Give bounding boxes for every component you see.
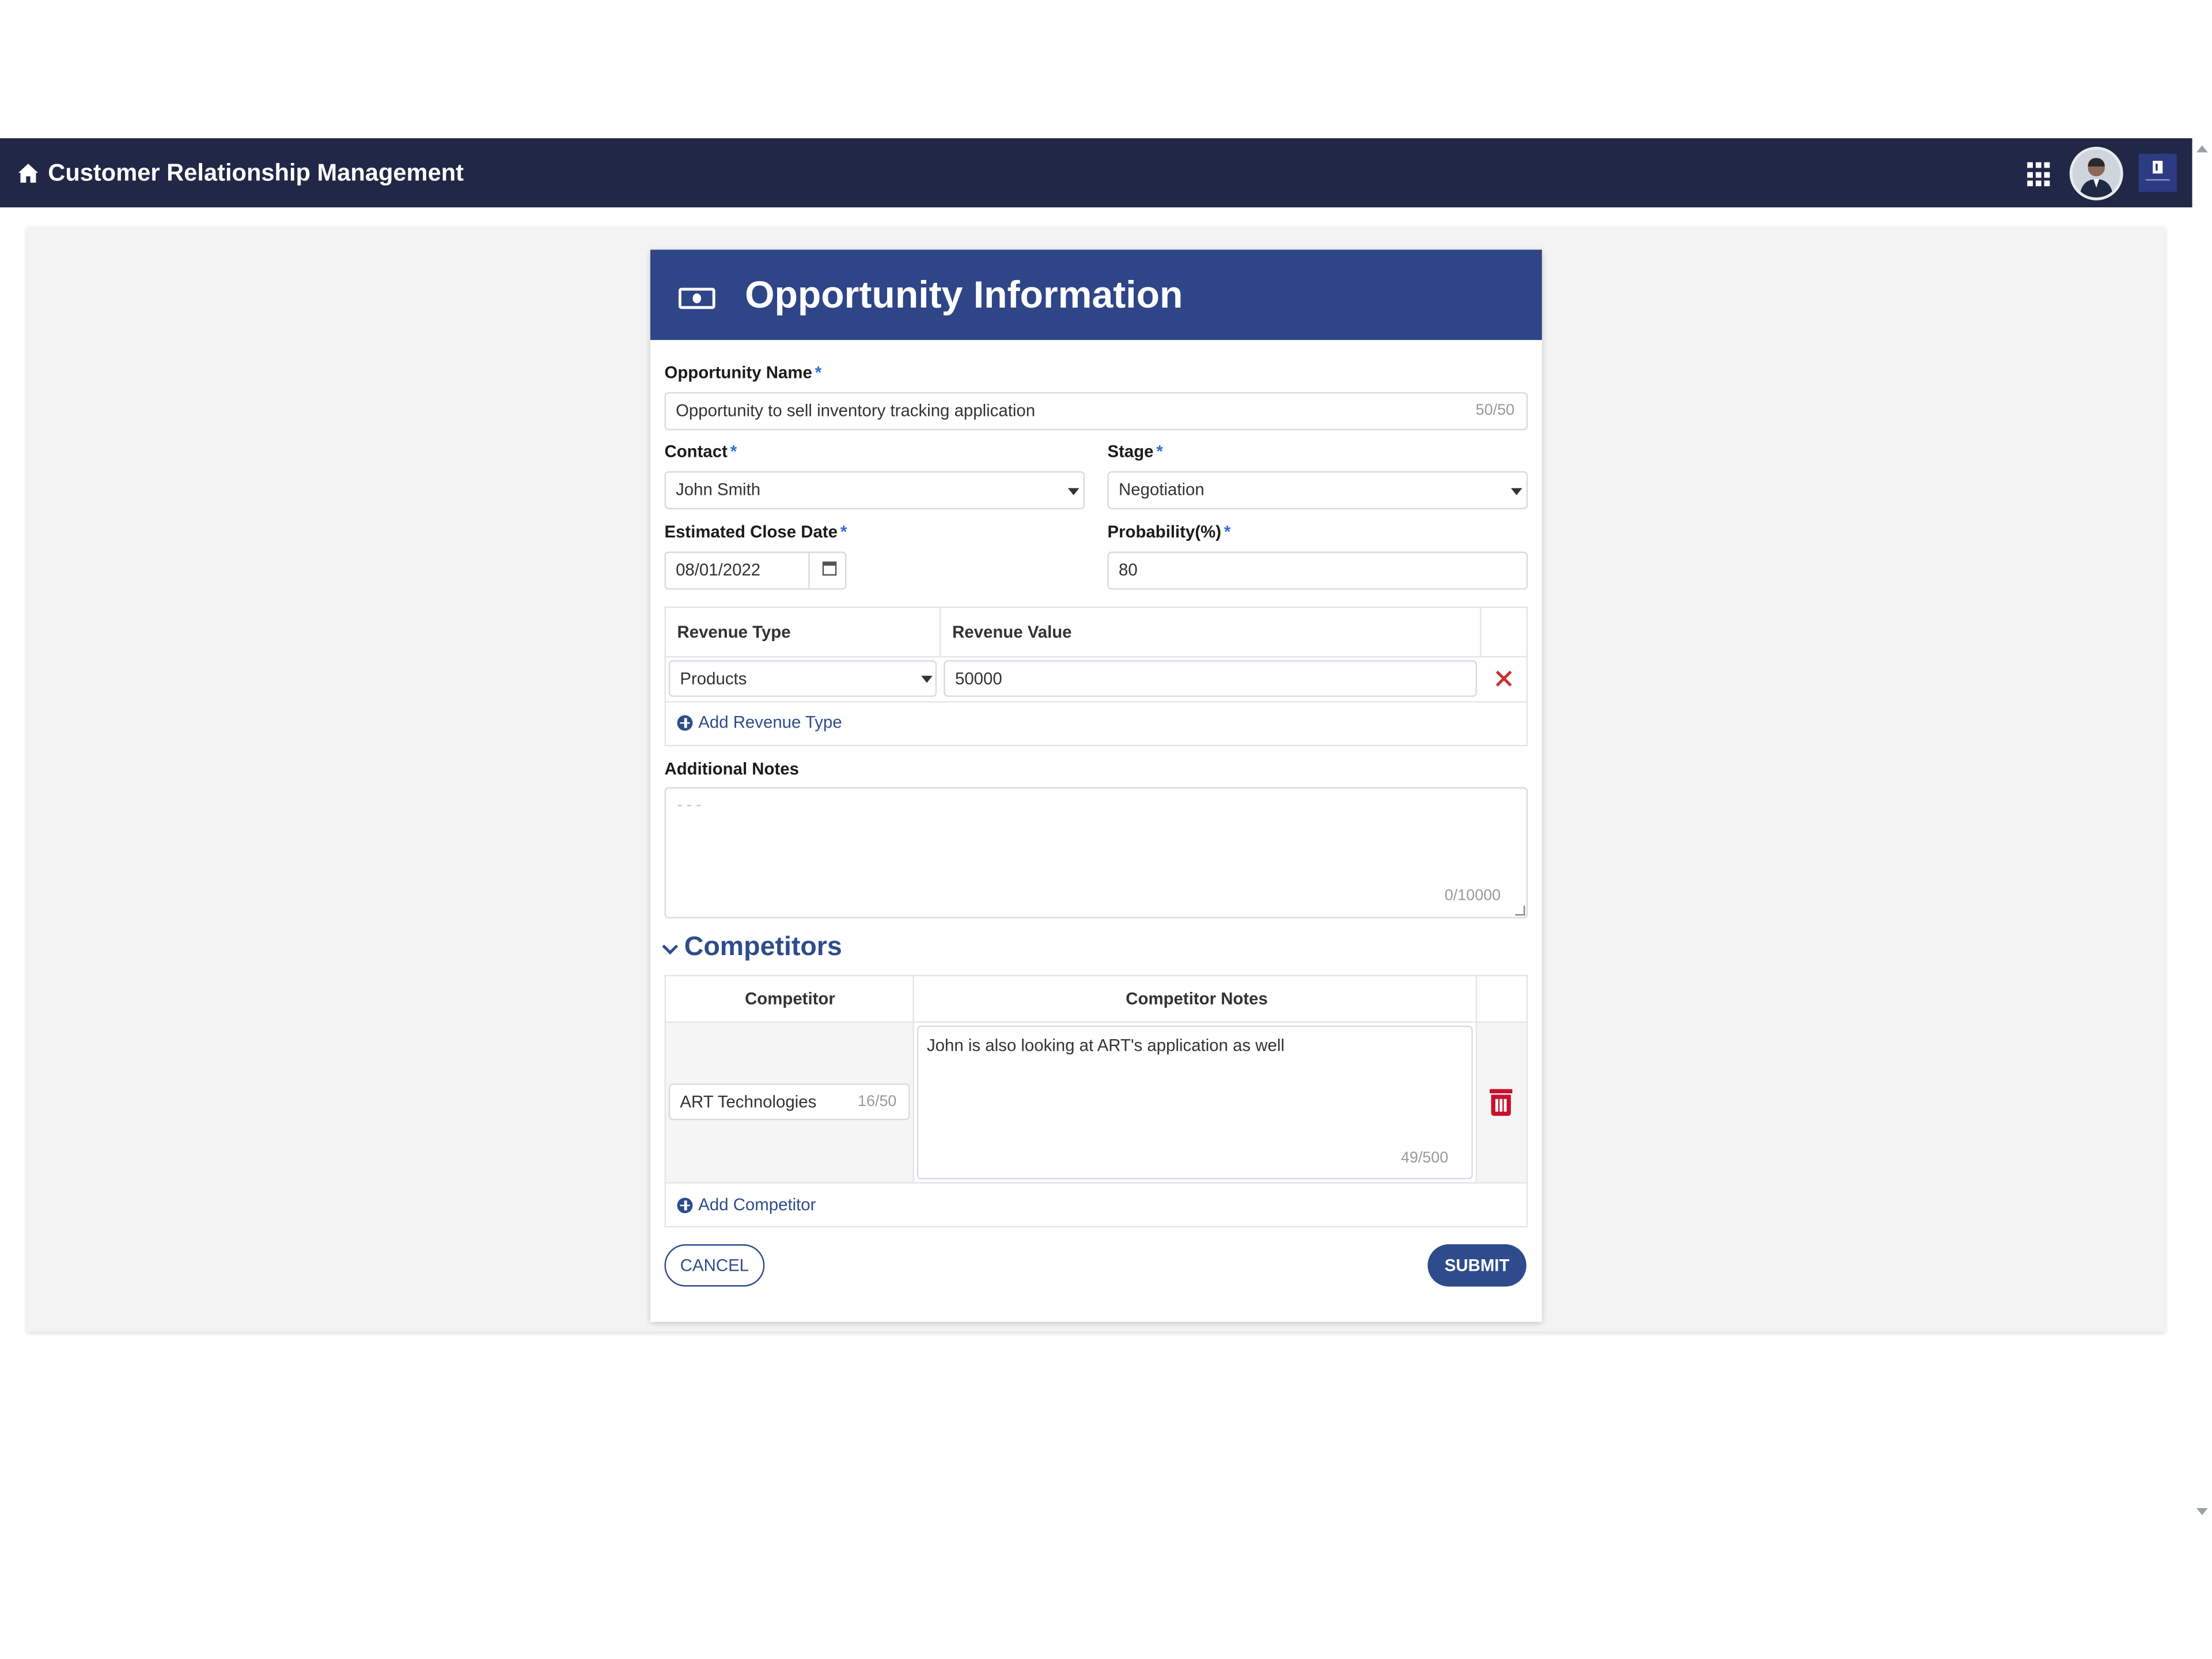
revenue-type-header: Revenue Type bbox=[677, 622, 791, 642]
revenue-value-input[interactable]: 50000 bbox=[944, 660, 1478, 697]
probability-input[interactable]: 80 bbox=[1107, 551, 1528, 590]
close-date-value: 08/01/2022 bbox=[676, 560, 761, 580]
contact-select[interactable]: John Smith bbox=[664, 471, 1085, 510]
notes-counter: 0/10000 bbox=[1444, 887, 1501, 904]
probability-value: 80 bbox=[1119, 560, 1138, 580]
stage-select[interactable]: Negotiation bbox=[1107, 471, 1528, 510]
app-home-link[interactable]: Customer Relationship Management bbox=[17, 138, 464, 207]
opportunity-name-value: Opportunity to sell inventory tracking a… bbox=[676, 400, 1036, 421]
contact-value: John Smith bbox=[676, 479, 761, 499]
table-divider bbox=[664, 701, 1528, 703]
add-competitor-link[interactable]: Add Competitor bbox=[677, 1195, 816, 1215]
submit-button[interactable]: SUBMIT bbox=[1427, 1244, 1527, 1287]
plus-circle-icon bbox=[677, 714, 693, 730]
scroll-up-arrow-icon[interactable] bbox=[2196, 145, 2208, 153]
delete-competitor-icon[interactable] bbox=[1490, 1089, 1513, 1116]
stage-label: Stage * bbox=[1107, 441, 1163, 461]
resize-handle-icon[interactable] bbox=[1515, 906, 1525, 916]
revenue-value-value: 50000 bbox=[955, 668, 1002, 689]
page-scrollbar[interactable] bbox=[2192, 138, 2212, 1521]
plus-circle-icon bbox=[677, 1196, 693, 1213]
opportunity-name-input[interactable]: Opportunity to sell inventory tracking a… bbox=[664, 392, 1528, 430]
page-title: Opportunity Information bbox=[745, 274, 1183, 316]
table-divider bbox=[940, 607, 941, 656]
add-competitor-label: Add Competitor bbox=[698, 1195, 816, 1215]
money-bill-icon bbox=[678, 287, 715, 309]
apps-grid-icon[interactable] bbox=[2027, 162, 2052, 188]
competitor-notes-header: Competitor Notes bbox=[1126, 988, 1268, 1009]
user-avatar[interactable] bbox=[2069, 146, 2123, 200]
competitor-name-value: ART Technologies bbox=[680, 1092, 817, 1112]
scroll-down-arrow-icon[interactable] bbox=[2196, 1508, 2208, 1516]
brand-logo[interactable] bbox=[2138, 153, 2177, 192]
chevron-down-icon bbox=[921, 676, 933, 683]
stage-value: Negotiation bbox=[1119, 479, 1205, 499]
opportunity-name-counter: 50/50 bbox=[1475, 402, 1515, 419]
chevron-down-icon bbox=[1510, 488, 1522, 495]
competitors-section-toggle[interactable]: Competitors bbox=[662, 932, 842, 964]
table-divider bbox=[664, 1182, 1528, 1184]
revenue-type-value: Products bbox=[680, 668, 747, 689]
competitor-header: Competitor bbox=[745, 988, 835, 1009]
additional-notes-textarea[interactable]: - - - 0/10000 bbox=[664, 787, 1528, 919]
table-divider bbox=[1480, 607, 1482, 656]
table-divider bbox=[912, 975, 914, 1183]
page: Customer Relationship Management Opportu… bbox=[0, 0, 2212, 1659]
remove-revenue-icon[interactable] bbox=[1495, 670, 1512, 687]
additional-notes-label: Additional Notes bbox=[664, 759, 799, 779]
app-title: Customer Relationship Management bbox=[48, 158, 464, 186]
opportunity-form-card: Opportunity Information Opportunity Name… bbox=[650, 249, 1542, 1322]
calendar-icon bbox=[822, 561, 837, 576]
card-header: Opportunity Information bbox=[650, 249, 1542, 340]
calendar-button[interactable] bbox=[808, 551, 848, 589]
person-icon bbox=[2072, 149, 2120, 198]
competitors-title: Competitors bbox=[684, 932, 842, 963]
table-divider bbox=[664, 656, 1528, 658]
notes-placeholder: - - - bbox=[677, 797, 702, 815]
competitor-name-counter: 16/50 bbox=[857, 1093, 897, 1111]
chevron-down-icon bbox=[662, 938, 679, 954]
close-date-label: Estimated Close Date * bbox=[664, 522, 847, 542]
revenue-type-select[interactable]: Products bbox=[668, 660, 937, 697]
revenue-value-header: Revenue Value bbox=[952, 622, 1072, 642]
chevron-down-icon bbox=[1067, 488, 1080, 495]
competitor-notes-counter: 49/500 bbox=[1400, 1149, 1449, 1167]
competitor-notes-value: John is also looking at ART's applicatio… bbox=[926, 1035, 1285, 1055]
cancel-button[interactable]: CANCEL bbox=[664, 1244, 765, 1287]
probability-label: Probability(%) * bbox=[1107, 522, 1231, 542]
contact-label: Contact * bbox=[664, 441, 737, 461]
add-revenue-type-label: Add Revenue Type bbox=[698, 712, 842, 733]
top-navigation-bar: Customer Relationship Management bbox=[0, 138, 2192, 208]
competitor-notes-textarea[interactable]: John is also looking at ART's applicatio… bbox=[916, 1025, 1473, 1180]
add-revenue-type-link[interactable]: Add Revenue Type bbox=[677, 713, 842, 732]
opportunity-name-label: Opportunity Name * bbox=[664, 362, 822, 382]
home-icon bbox=[18, 162, 39, 182]
logo-icon bbox=[2145, 161, 2170, 181]
